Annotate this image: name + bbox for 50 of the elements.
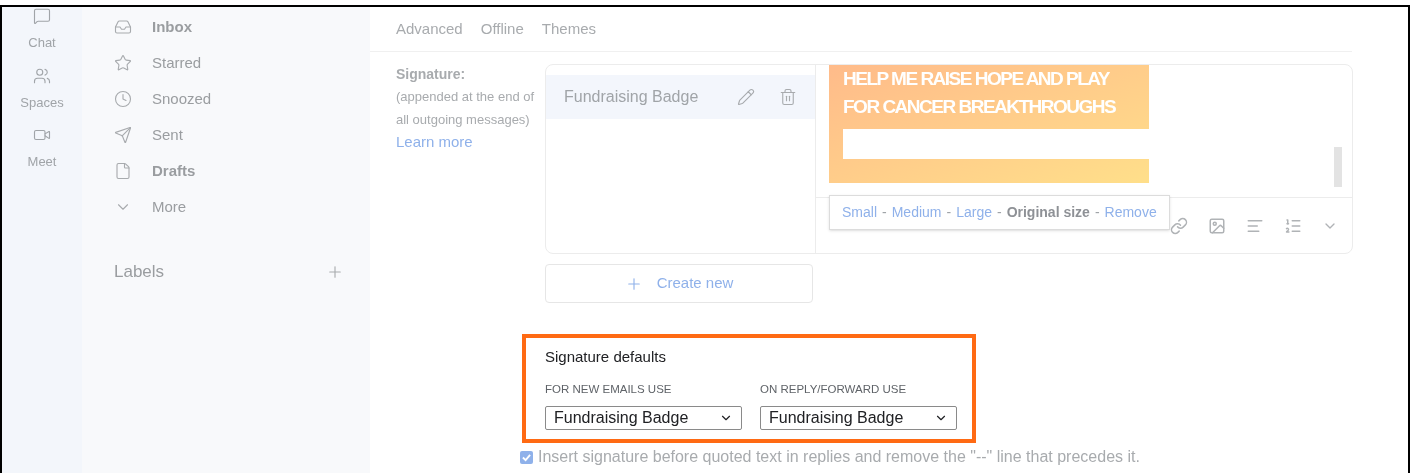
check-icon bbox=[522, 452, 531, 462]
separator: - bbox=[1094, 203, 1100, 222]
learn-more-link[interactable]: Learn more bbox=[396, 131, 545, 154]
people-icon[interactable] bbox=[33, 66, 51, 85]
rail-label[interactable]: Chat bbox=[28, 33, 56, 53]
settings-tab[interactable]: Offline bbox=[480, 17, 524, 41]
checkbox-label: Insert signature before quoted text in replies and remove the "--" line that precedes it. bbox=[538, 447, 1140, 467]
select-label: ON REPLY/FORWARD USE bbox=[760, 381, 908, 397]
create-new-button[interactable]: Create new bbox=[545, 264, 813, 303]
rail-label[interactable]: Spaces bbox=[20, 92, 64, 112]
signature-select[interactable]: Fundraising Badge bbox=[545, 405, 742, 430]
settings-tab[interactable]: Themes bbox=[541, 17, 596, 41]
delete-icon[interactable] bbox=[779, 88, 797, 106]
banner-text: HELP ME RAISE HOPE AND PLAY bbox=[843, 67, 1110, 91]
separator: - bbox=[882, 203, 887, 222]
clock-icon bbox=[114, 90, 132, 108]
link-icon[interactable] bbox=[1170, 216, 1188, 235]
separator: - bbox=[946, 203, 952, 222]
inbox-icon bbox=[114, 18, 132, 36]
nav-item[interactable]: More bbox=[152, 195, 187, 219]
signature-select[interactable]: Fundraising Badge bbox=[760, 405, 957, 430]
document-icon bbox=[114, 162, 132, 180]
numbered-list-icon[interactable] bbox=[1284, 216, 1302, 235]
send-icon bbox=[114, 126, 132, 144]
defaults-title: Signature defaults bbox=[545, 347, 667, 367]
chat-icon[interactable] bbox=[33, 7, 51, 25]
size-option: Original size bbox=[1006, 202, 1090, 223]
scrollbar bbox=[1334, 147, 1342, 187]
nav-item[interactable]: Sent bbox=[152, 123, 183, 147]
banner-text: FOR CANCER BREAKTHROUGHS bbox=[843, 95, 1116, 119]
nav-item[interactable]: Snoozed bbox=[152, 87, 212, 111]
checkbox[interactable] bbox=[520, 450, 533, 464]
signature-item[interactable]: Fundraising Badge bbox=[546, 75, 815, 119]
nav-item[interactable]: Starred bbox=[152, 51, 202, 75]
nav-item[interactable]: Inbox bbox=[152, 15, 192, 39]
size-option[interactable]: Medium bbox=[891, 202, 942, 223]
size-option[interactable]: Large bbox=[956, 202, 992, 223]
nav-item[interactable]: Drafts bbox=[152, 159, 196, 183]
select-label: FOR NEW EMAILS USE bbox=[545, 381, 673, 397]
star-icon bbox=[114, 54, 132, 72]
size-option[interactable]: Small bbox=[842, 202, 877, 223]
section-title: Signature: bbox=[396, 65, 467, 84]
settings-tab[interactable]: Advanced bbox=[396, 17, 463, 41]
size-option[interactable]: Remove bbox=[1104, 202, 1157, 223]
rail-label[interactable]: Meet bbox=[27, 152, 57, 172]
image-icon[interactable] bbox=[1208, 216, 1226, 235]
labels-heading: Labels bbox=[114, 261, 165, 283]
section-note: (appended at the end of all outgoing messages) bbox=[396, 88, 536, 129]
separator: - bbox=[996, 203, 1002, 222]
edit-icon[interactable] bbox=[737, 88, 755, 106]
